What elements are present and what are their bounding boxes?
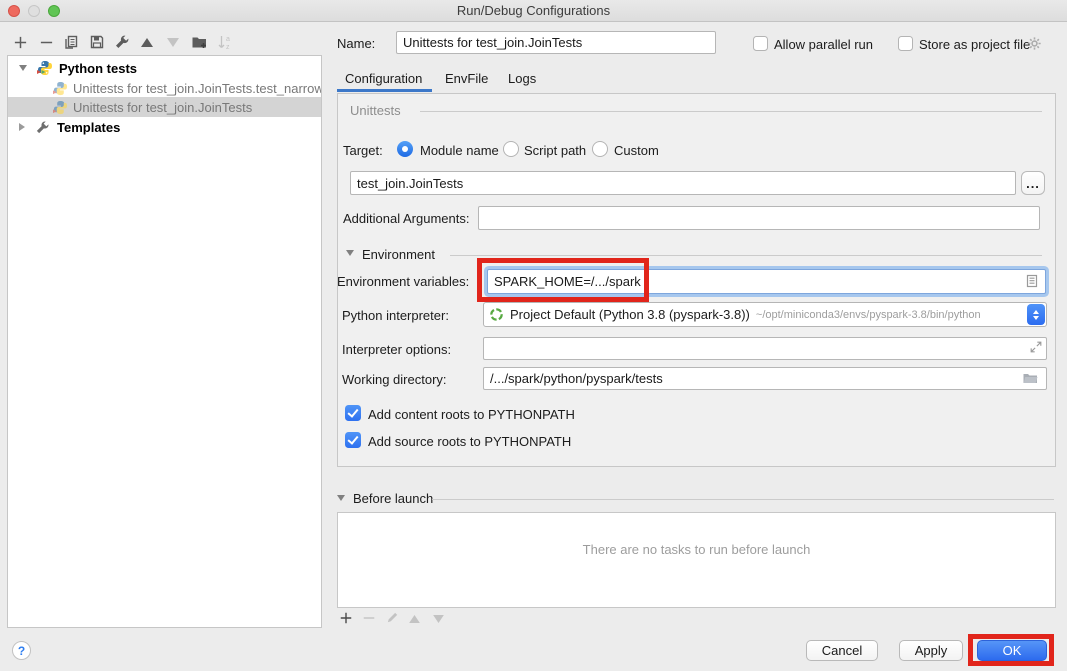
unittests-group-title: Unittests <box>350 103 401 118</box>
target-script-path-radio[interactable] <box>503 141 519 157</box>
working-directory-label: Working directory: <box>342 372 447 387</box>
move-up-icon[interactable] <box>141 38 153 47</box>
templates-wrench-icon <box>35 120 50 135</box>
python-tests-icon <box>37 60 53 76</box>
move-task-down-icon[interactable] <box>433 615 444 623</box>
copy-icon[interactable] <box>63 34 79 50</box>
name-label: Name: <box>337 36 375 51</box>
target-label: Target: <box>343 143 383 158</box>
tab-envfile[interactable]: EnvFile <box>445 71 488 86</box>
help-button[interactable]: ? <box>12 641 31 660</box>
working-directory-input[interactable] <box>483 367 1047 390</box>
additional-arguments-label: Additional Arguments: <box>343 211 469 226</box>
expand-collapse-icon[interactable] <box>19 65 27 71</box>
module-name-input[interactable] <box>350 171 1016 195</box>
apply-button[interactable]: Apply <box>899 640 963 661</box>
add-source-roots-checkbox[interactable] <box>345 432 361 448</box>
before-launch-task-list[interactable] <box>337 512 1056 608</box>
add-content-roots-checkbox[interactable] <box>345 405 361 421</box>
window-title: Run/Debug Configurations <box>0 0 1067 22</box>
python-interpreter-label: Python interpreter: <box>342 308 449 323</box>
tab-logs[interactable]: Logs <box>508 71 536 86</box>
tree-item-label: Templates <box>57 120 120 135</box>
before-launch-collapse-icon[interactable] <box>337 495 345 501</box>
interpreter-options-label: Interpreter options: <box>342 342 451 357</box>
interpreter-dropdown-chevrons-icon[interactable] <box>1027 304 1045 325</box>
browse-variables-icon[interactable] <box>1024 273 1040 289</box>
folder-icon[interactable] <box>1022 370 1039 386</box>
before-launch-empty-text: There are no tasks to run before launch <box>337 542 1056 557</box>
python-test-config-icon <box>53 81 68 96</box>
allow-parallel-run-checkbox[interactable] <box>753 36 768 51</box>
browse-button[interactable]: ... <box>1021 171 1045 195</box>
allow-parallel-run-label: Allow parallel run <box>774 37 873 52</box>
target-module-name-radio[interactable] <box>397 141 413 157</box>
add-icon[interactable] <box>13 35 28 50</box>
svg-text:a: a <box>226 36 230 43</box>
save-icon[interactable] <box>89 34 105 50</box>
configurations-tree: Python tests Unittests for test_join.Joi… <box>7 55 322 628</box>
target-custom-radio[interactable] <box>592 141 608 157</box>
zoom-window-button[interactable] <box>48 5 60 17</box>
close-window-button[interactable] <box>8 5 20 17</box>
expand-collapse-icon[interactable] <box>19 123 25 131</box>
group-divider <box>420 111 1042 112</box>
interpreter-options-input[interactable] <box>483 337 1047 360</box>
gear-icon[interactable] <box>1026 35 1043 52</box>
before-launch-title: Before launch <box>353 491 433 506</box>
move-task-up-icon[interactable] <box>409 615 420 623</box>
python-test-config-icon <box>53 100 68 115</box>
store-as-project-file-checkbox[interactable] <box>898 36 913 51</box>
remove-icon[interactable] <box>39 35 54 50</box>
tree-item-label: Unittests for test_join.JoinTests.test_n… <box>73 81 322 96</box>
python-interpreter-path: ~/opt/miniconda3/envs/pyspark-3.8/bin/py… <box>756 309 981 321</box>
group-divider <box>450 255 1042 256</box>
sort-alpha-icon[interactable]: az <box>217 34 233 50</box>
environment-variables-label: Environment variables: <box>337 274 469 289</box>
ok-button[interactable]: OK <box>977 640 1047 661</box>
active-tab-underline <box>337 89 432 92</box>
python-interpreter-value: Project Default (Python 3.8 (pyspark-3.8… <box>510 307 750 322</box>
tree-item-python-tests[interactable]: Python tests <box>8 58 321 78</box>
run-debug-configurations-dialog: Run/Debug Configurations az Python tests <box>0 0 1067 671</box>
tree-item-templates[interactable]: Templates <box>8 117 321 137</box>
target-custom-label: Custom <box>614 143 659 158</box>
environment-variables-input[interactable] <box>487 269 1046 294</box>
additional-arguments-input[interactable] <box>478 206 1040 230</box>
tab-configuration[interactable]: Configuration <box>345 71 422 86</box>
new-folder-icon[interactable] <box>191 34 208 50</box>
target-module-name-label: Module name <box>420 143 499 158</box>
move-down-icon[interactable] <box>167 38 179 47</box>
python-interpreter-select[interactable]: Project Default (Python 3.8 (pyspark-3.8… <box>483 302 1047 327</box>
conda-env-icon <box>489 307 504 322</box>
add-source-roots-label: Add source roots to PYTHONPATH <box>368 434 571 449</box>
tree-item-label: Python tests <box>59 61 137 76</box>
target-script-path-label: Script path <box>524 143 586 158</box>
edit-task-pencil-icon[interactable] <box>385 610 400 625</box>
add-task-icon[interactable] <box>339 611 353 625</box>
environment-group-title: Environment <box>362 247 435 262</box>
tree-item-jointests-selected[interactable]: Unittests for test_join.JoinTests <box>8 97 321 117</box>
tree-item-label: Unittests for test_join.JoinTests <box>73 100 252 115</box>
expand-field-icon[interactable] <box>1029 340 1043 354</box>
svg-text:z: z <box>226 44 230 50</box>
name-input[interactable] <box>396 31 716 54</box>
tree-item-test-narrow[interactable]: Unittests for test_join.JoinTests.test_n… <box>8 78 321 98</box>
minimize-window-button[interactable] <box>28 5 40 17</box>
cancel-button[interactable]: Cancel <box>806 640 878 661</box>
environment-collapse-icon[interactable] <box>346 250 354 256</box>
remove-task-icon[interactable] <box>362 611 376 625</box>
store-as-project-file-label: Store as project file <box>919 37 1030 52</box>
edit-templates-wrench-icon[interactable] <box>114 34 130 50</box>
group-divider <box>432 499 1054 500</box>
title-bar: Run/Debug Configurations <box>0 0 1067 22</box>
add-content-roots-label: Add content roots to PYTHONPATH <box>368 407 575 422</box>
